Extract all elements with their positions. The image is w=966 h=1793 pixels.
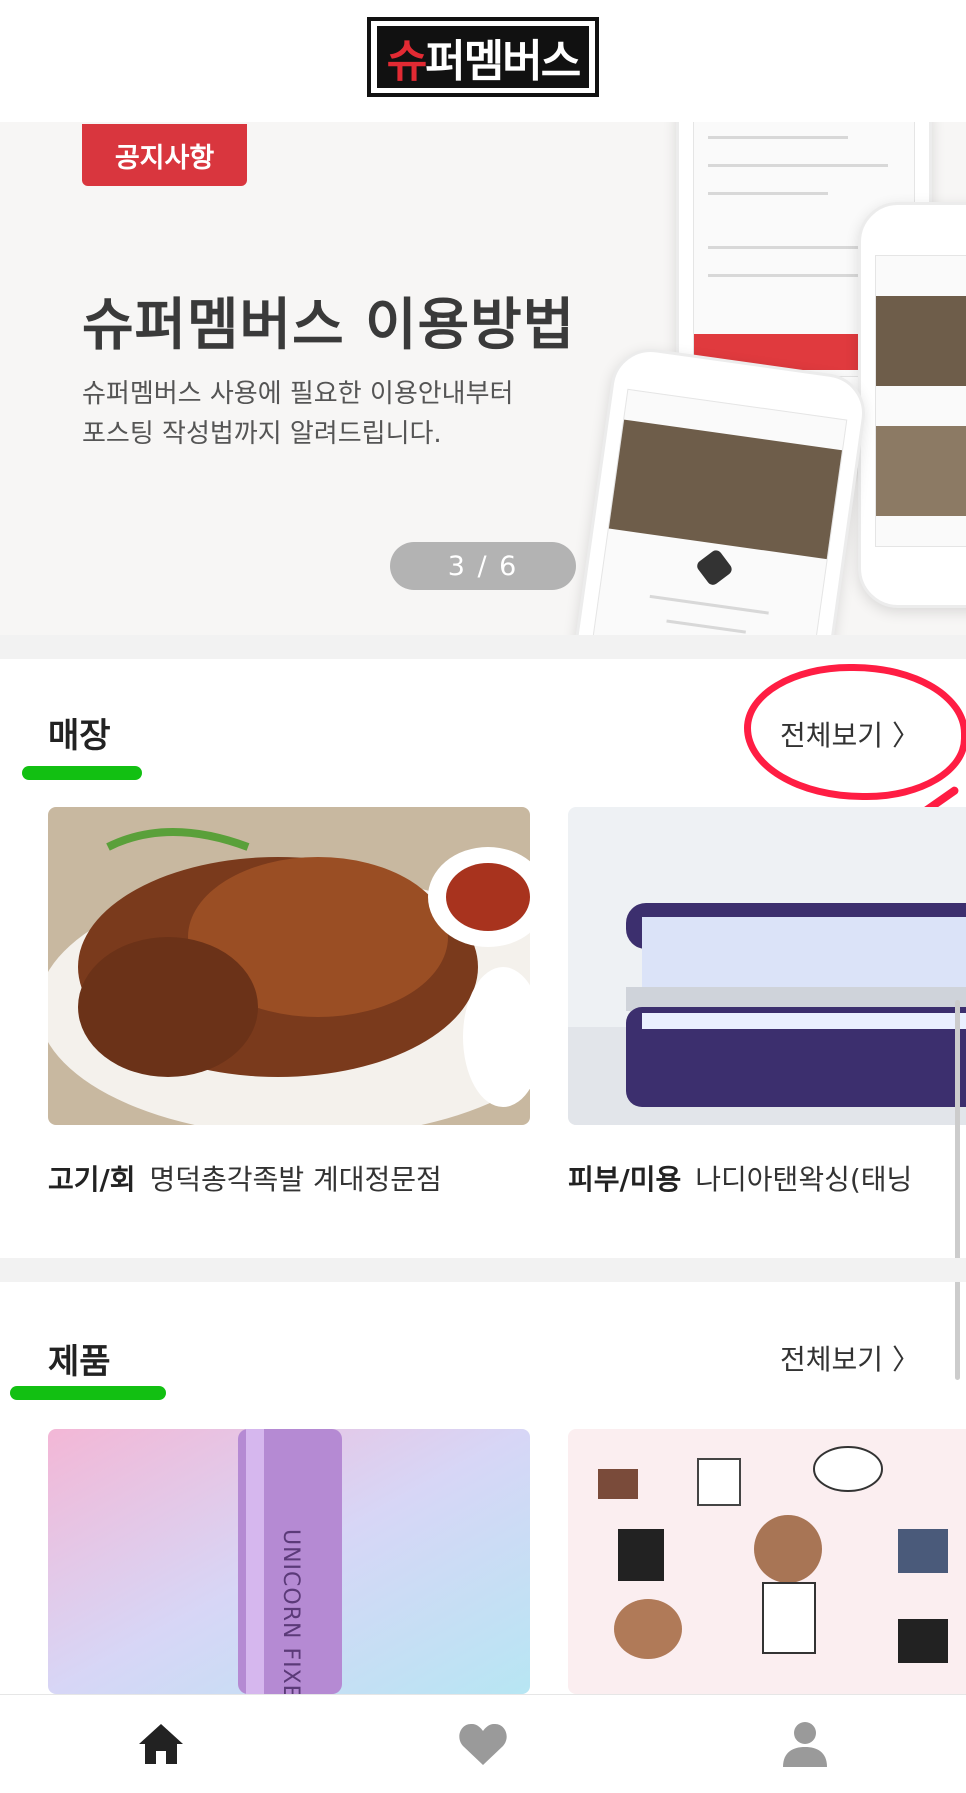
- heart-icon: [459, 1723, 507, 1765]
- store-category: 고기/회: [48, 1163, 136, 1196]
- slide-pager: 3 / 6: [390, 542, 576, 590]
- phone-mockup-illustration: [569, 343, 871, 635]
- green-underline-annotation: [22, 766, 142, 780]
- promo-banner[interactable]: 공지사항 슈퍼멤버스 이용방법 슈퍼멤버스 사용에 필요한 이용안내부터 포스팅…: [0, 122, 966, 635]
- product-card-image[interactable]: [568, 1429, 966, 1694]
- section-divider: [0, 635, 966, 659]
- section-divider: [0, 1258, 966, 1282]
- user-icon: [783, 1722, 827, 1767]
- notice-badge: 공지사항: [82, 124, 247, 186]
- stores-section-title: 매장: [48, 716, 111, 756]
- nav-home-button[interactable]: [101, 1695, 221, 1793]
- scrollbar[interactable]: [955, 1000, 960, 1380]
- nav-favorites-button[interactable]: [423, 1695, 543, 1793]
- store-card-caption[interactable]: 고기/회 명덕총각족발 계대정문점: [48, 1158, 442, 1198]
- green-underline-annotation: [10, 1386, 166, 1400]
- product-card-image[interactable]: UNICORN FIXER: [48, 1429, 530, 1694]
- product-bottle-text: UNICORN FIXER: [278, 1529, 303, 1694]
- red-circle-annotation: [744, 664, 966, 800]
- store-card-image[interactable]: [568, 807, 966, 1125]
- products-section-title: 제품: [48, 1342, 111, 1382]
- store-name: 명덕총각족발 계대정문점: [149, 1163, 442, 1196]
- store-category: 피부/미용: [568, 1163, 682, 1196]
- banner-title: 슈퍼멤버스 이용방법: [82, 293, 576, 358]
- app-header: 슈 퍼멤버스: [0, 0, 966, 123]
- home-icon: [139, 1724, 183, 1764]
- store-card-caption[interactable]: 피부/미용 나디아탠왁싱(태닝: [568, 1158, 912, 1198]
- products-view-all-link[interactable]: 전체보기 〉: [780, 1338, 920, 1378]
- app-logo[interactable]: 슈 퍼멤버스: [367, 17, 599, 97]
- store-name: 나디아탠왁싱(태닝: [695, 1163, 913, 1196]
- banner-description: 슈퍼멤버스 사용에 필요한 이용안내부터 포스팅 작성법까지 알려드립니다.: [82, 379, 514, 449]
- store-card-image[interactable]: [48, 807, 530, 1125]
- phone-mockup-illustration: [858, 202, 966, 608]
- nav-profile-button[interactable]: [745, 1695, 865, 1793]
- bottom-navigation: [0, 1694, 966, 1793]
